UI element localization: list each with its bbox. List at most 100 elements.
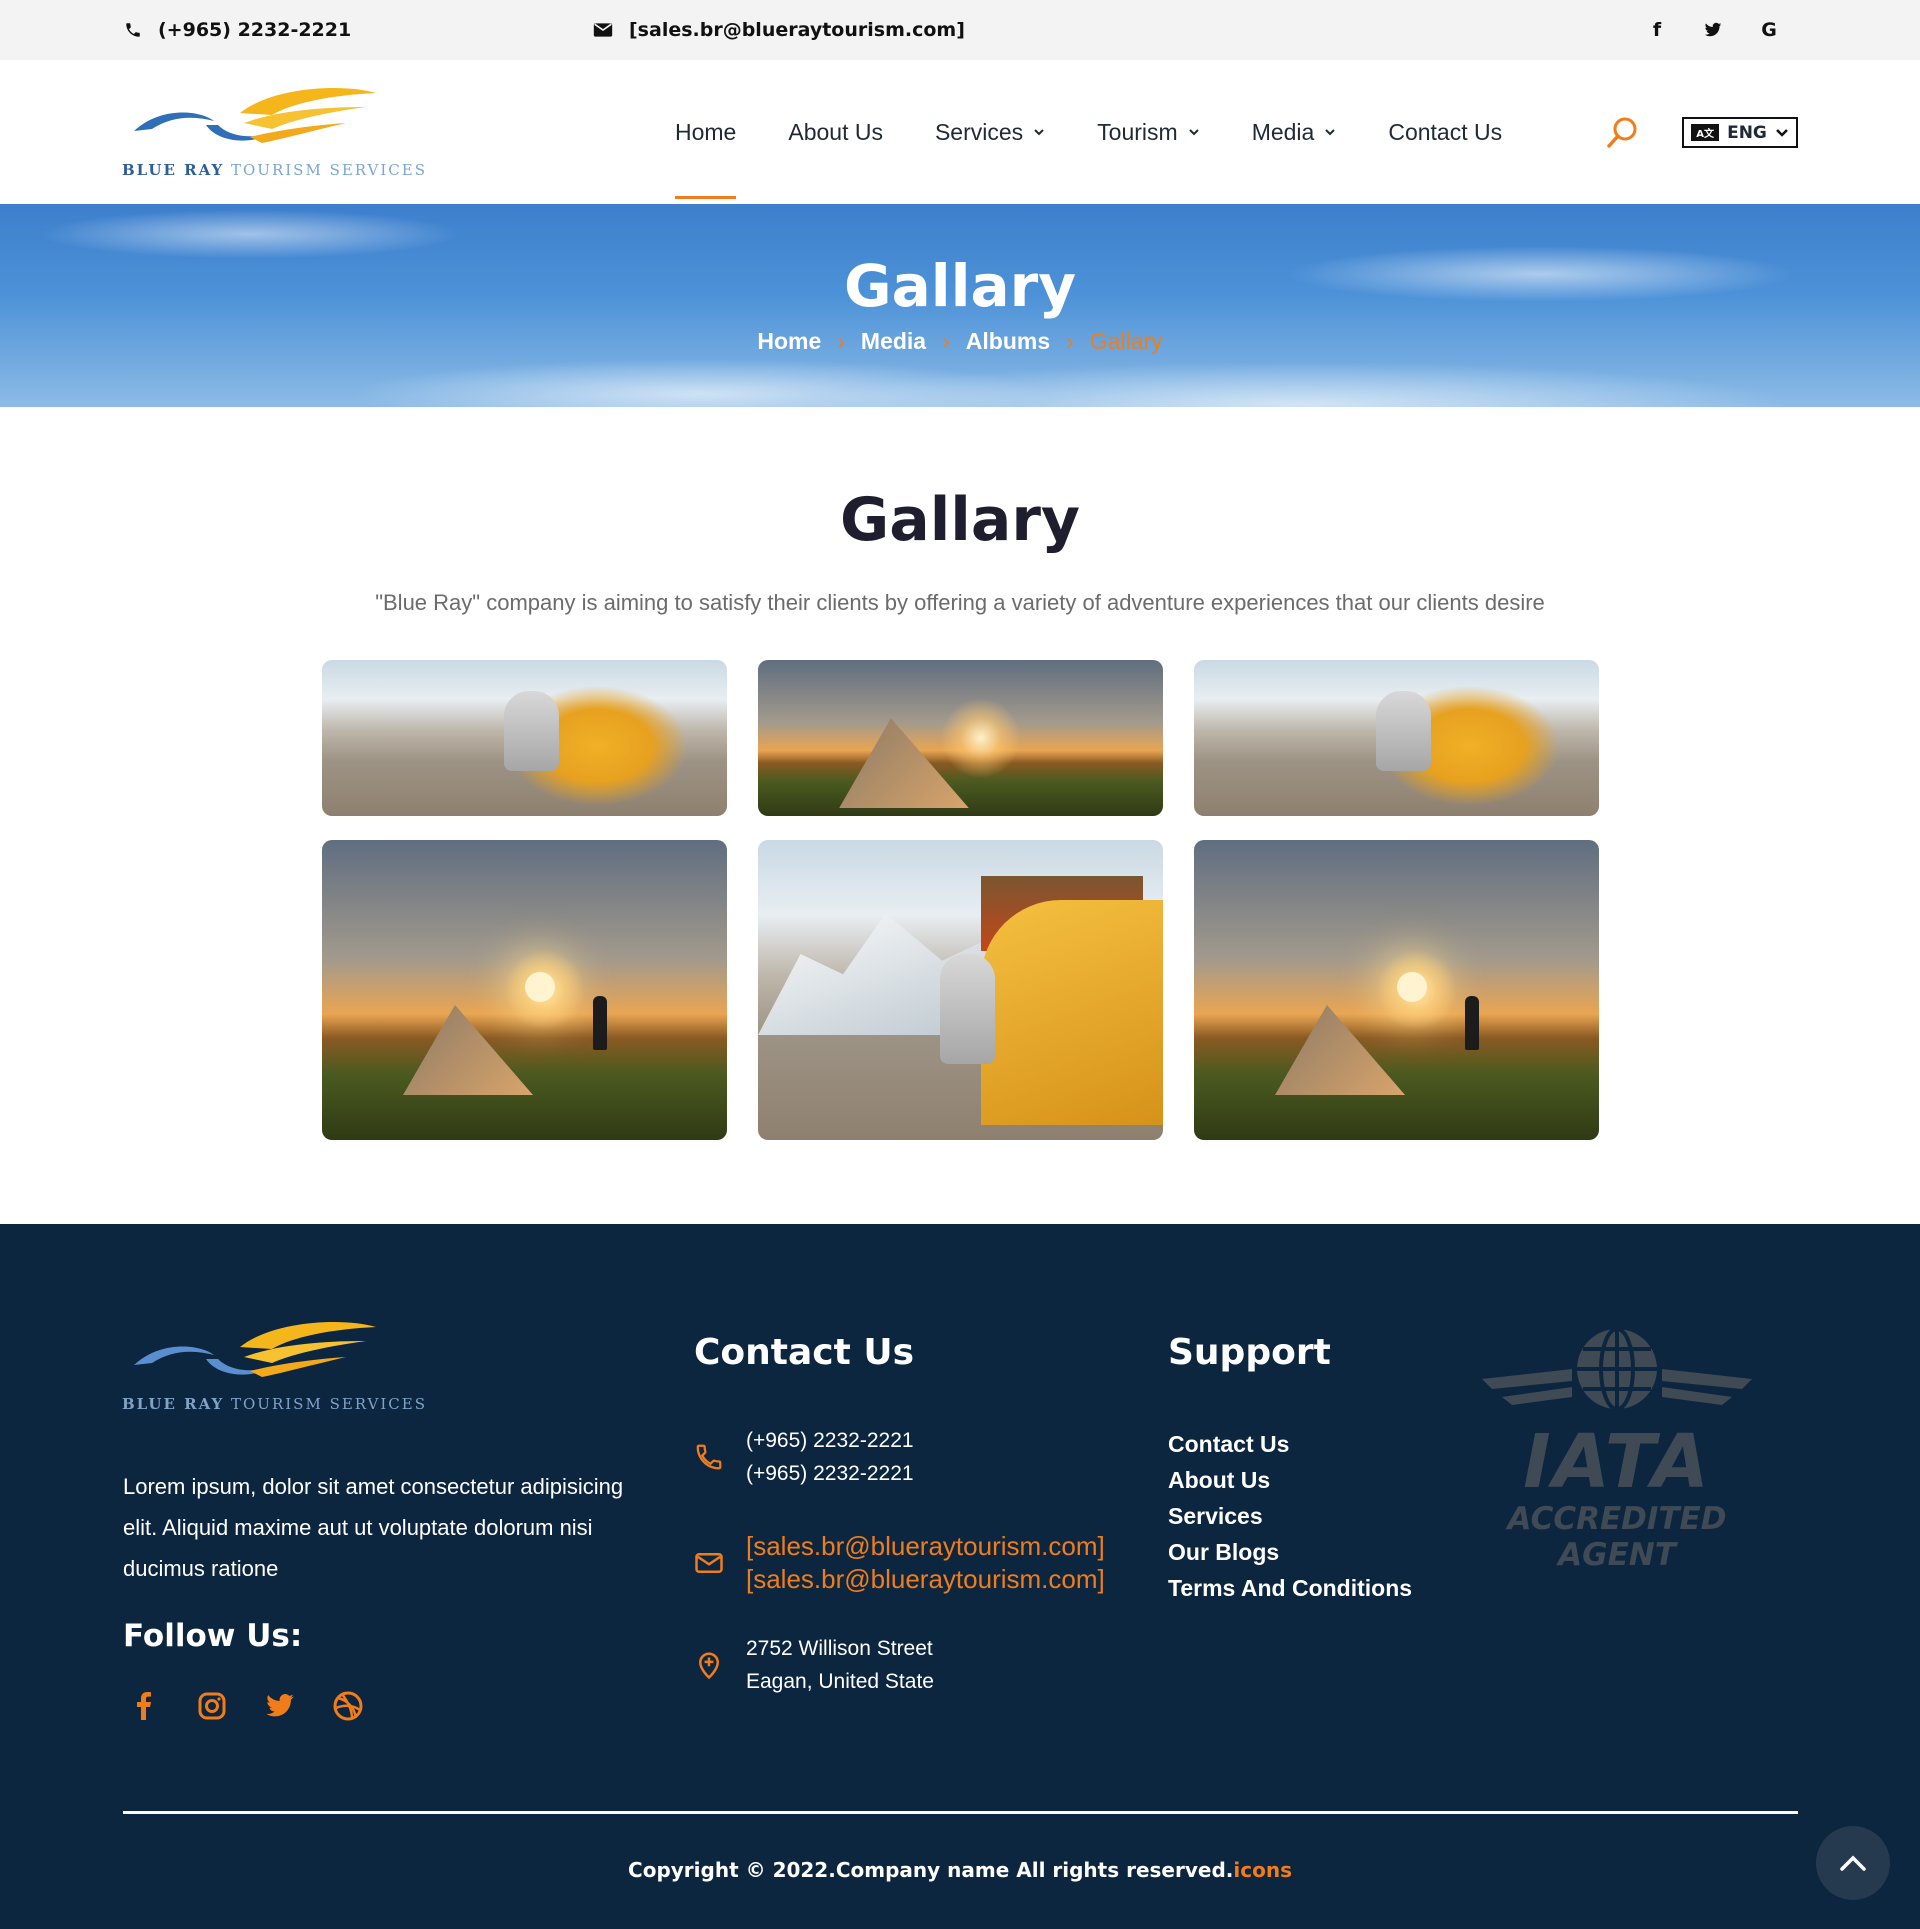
nav-services[interactable]: Services <box>935 60 1045 204</box>
iata-badge-word: IATA <box>1523 1419 1711 1505</box>
footer-link-blogs[interactable]: Our Blogs <box>1168 1534 1412 1570</box>
footer-logo[interactable]: BLUE RAY TOURISM SERVICES <box>122 1319 425 1419</box>
nav-about[interactable]: About Us <box>788 60 883 204</box>
footer-social <box>126 1688 366 1724</box>
chevron-up-icon <box>1840 1855 1866 1871</box>
page-banner: Gallary Home › Media › Albums › Gallary <box>0 204 1920 407</box>
dribbble-icon[interactable] <box>330 1688 366 1724</box>
photo-sun <box>524 972 555 1002</box>
phone-icon <box>696 1444 722 1470</box>
banner-title: Gallary <box>843 252 1077 320</box>
topbar-email-text: [sales.br@blueraytourism.com] <box>629 19 965 41</box>
copyright: Copyright © 2022.Company name All rights… <box>0 1858 1920 1882</box>
gallery-photo[interactable] <box>1194 660 1599 816</box>
footer-logo-wordmark: BLUE RAY TOURISM SERVICES <box>122 1395 428 1413</box>
globe-wings-icon <box>1482 1327 1752 1411</box>
topbar-email[interactable]: [sales.br@blueraytourism.com] <box>593 0 965 60</box>
follow-us-label: Follow Us: <box>123 1618 303 1654</box>
instagram-icon[interactable] <box>194 1688 230 1724</box>
breadcrumb-media[interactable]: Media <box>861 328 926 355</box>
topbar-phone[interactable]: (+965) 2232-2221 <box>124 0 351 60</box>
nav-home[interactable]: Home <box>675 60 737 204</box>
footer-address: 2752 Willison Street Eagan, United State <box>694 1632 934 1698</box>
copyright-link[interactable]: icons <box>1233 1858 1292 1882</box>
photo-sun <box>1396 972 1427 1002</box>
phone-icon <box>126 23 140 37</box>
footer-email-lines: [sales.br@blueraytourism.com] [sales.br@… <box>746 1530 1105 1596</box>
logo-wordmark: BLUE RAY TOURISM SERVICES <box>122 161 428 179</box>
topbar-phone-text: (+965) 2232-2221 <box>158 19 352 41</box>
language-select[interactable]: A文 ENG <box>1682 117 1798 148</box>
language-value: ENG <box>1727 122 1767 143</box>
brand-logo[interactable]: BLUE RAY TOURISM SERVICES <box>122 85 425 185</box>
nav-media[interactable]: Media <box>1252 60 1337 204</box>
footer-link-terms[interactable]: Terms And Conditions <box>1168 1570 1412 1606</box>
footer-email-2[interactable]: [sales.br@blueraytourism.com] <box>746 1563 1105 1596</box>
chevron-right-icon: › <box>837 328 845 354</box>
gallery-photo[interactable] <box>322 840 727 1140</box>
main-header: BLUE RAY TOURISM SERVICES Home About Us … <box>0 60 1920 204</box>
gallery-photo[interactable] <box>758 660 1163 816</box>
footer-contact-title: Contact Us <box>694 1332 915 1373</box>
chevron-right-icon: › <box>1066 328 1074 354</box>
footer-address-1: 2752 Willison Street <box>746 1637 933 1660</box>
footer-address-2: Eagan, United State <box>746 1670 934 1693</box>
mail-icon <box>593 23 613 37</box>
scroll-to-top-button[interactable] <box>1816 1826 1890 1900</box>
nav-contact[interactable]: Contact Us <box>1388 60 1502 204</box>
search-button[interactable] <box>1604 115 1640 151</box>
chevron-down-icon <box>1776 128 1788 137</box>
photo-person <box>593 996 608 1050</box>
iata-badge-sub: ACCREDITED AGENT <box>1507 1501 1727 1573</box>
photo-person <box>1465 996 1480 1050</box>
nav-about-label: About Us <box>788 118 883 145</box>
photo-subject <box>1275 1005 1405 1095</box>
nav-tourism[interactable]: Tourism <box>1097 60 1200 204</box>
gallery-photo[interactable] <box>1194 840 1599 1140</box>
twitter-icon[interactable] <box>262 1688 298 1724</box>
nav-media-label: Media <box>1251 118 1315 145</box>
footer-divider <box>123 1811 1798 1814</box>
chevron-down-icon <box>1325 129 1336 136</box>
gallery-subtitle: "Blue Ray" company is aiming to satisfy … <box>375 590 1545 615</box>
footer-email[interactable]: [sales.br@blueraytourism.com] [sales.br@… <box>694 1530 1105 1596</box>
footer-link-services[interactable]: Services <box>1168 1498 1412 1534</box>
gallery-photo[interactable] <box>322 660 727 816</box>
nav-home-label: Home <box>675 118 737 145</box>
footer-phone[interactable]: (+965) 2232-2221 (+965) 2232-2221 <box>694 1424 914 1490</box>
footer-about-text: Lorem ipsum, dolor sit amet consectetur … <box>123 1474 624 1581</box>
photo-subject <box>504 691 560 772</box>
logo-wings-icon <box>134 87 376 143</box>
footer-phone-lines: (+965) 2232-2221 (+965) 2232-2221 <box>746 1424 914 1490</box>
breadcrumb-current: Gallary <box>1089 328 1163 354</box>
breadcrumb-home[interactable]: Home <box>757 328 821 355</box>
nav-services-label: Services <box>934 118 1024 145</box>
gallery-photo[interactable] <box>758 840 1163 1140</box>
footer-phone-1: (+965) 2232-2221 <box>746 1429 914 1452</box>
photo-subject <box>1376 691 1432 772</box>
nav-tourism-label: Tourism <box>1097 118 1178 145</box>
photo-tent <box>980 900 1163 1125</box>
footer-phone-2: (+965) 2232-2221 <box>746 1462 914 1485</box>
footer-address-lines: 2752 Willison Street Eagan, United State <box>746 1632 934 1698</box>
facebook-icon[interactable] <box>126 1688 162 1724</box>
translate-icon: A文 <box>1691 124 1720 141</box>
footer-link-contact[interactable]: Contact Us <box>1168 1426 1412 1462</box>
photo-subject <box>940 954 996 1064</box>
logo-wings-icon <box>134 1321 376 1377</box>
copyright-text: Copyright © 2022.Company name All rights… <box>628 1858 1234 1882</box>
site-footer: BLUE RAY TOURISM SERVICES Lorem ipsum, d… <box>0 1224 1920 1929</box>
topbar: (+965) 2232-2221 [sales.br@blueraytouris… <box>0 0 1920 60</box>
twitter-icon[interactable] <box>1702 19 1724 41</box>
breadcrumb-albums[interactable]: Albums <box>966 328 1050 355</box>
google-icon[interactable]: G <box>1758 19 1780 41</box>
facebook-icon[interactable]: f <box>1646 19 1668 41</box>
footer-email-1[interactable]: [sales.br@blueraytourism.com] <box>746 1530 1105 1563</box>
location-pin-icon <box>698 1652 720 1680</box>
main-nav: Home About Us Services Tourism Media Con… <box>675 60 1554 204</box>
gallery-title: Gallary <box>839 485 1081 555</box>
footer-link-about[interactable]: About Us <box>1168 1462 1412 1498</box>
chevron-right-icon: › <box>942 328 950 354</box>
photo-subject <box>839 718 969 809</box>
chevron-down-icon <box>1034 129 1044 136</box>
